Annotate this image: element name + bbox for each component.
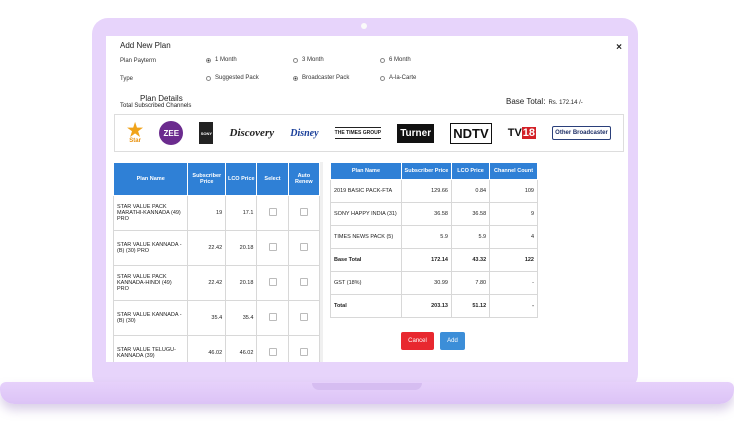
select-checkbox[interactable] <box>268 348 277 356</box>
table-row: STAR VALUE KANNADA -(B) (30) 35.4 35.4 <box>112 300 321 336</box>
subscriber-price-cell: 46.02 <box>187 335 227 362</box>
table-row: STAR VALUE PACK KANNADA-HINDI (49) PRO 2… <box>112 265 321 301</box>
lco-price-cell: 46.02 <box>225 335 258 362</box>
base-total-value: Rs. 172.14 /- <box>548 100 583 106</box>
subscriber-price-cell: 22.42 <box>187 230 227 266</box>
times-group-logo-icon[interactable]: THE TIMES GROUP <box>334 127 382 139</box>
table-row: STAR VALUE PACK MARATHI-KANNADA (49) PRO… <box>112 195 321 231</box>
star-logo-icon[interactable]: ★ Star <box>127 121 143 144</box>
type-label: Type <box>120 76 134 82</box>
select-checkbox[interactable] <box>268 313 277 321</box>
col-plan-name: Plan Name <box>112 162 189 196</box>
add-plan-modal: Add New Plan × Plan Payterm 1 Month 3 Mo… <box>106 36 628 362</box>
payterm-3-month-radio[interactable]: 3 Month <box>293 57 324 63</box>
table-row: 2019 BASIC PACK-FTA 129.66 0.84 109 <box>330 179 538 203</box>
base-total-row: Base Total 172.14 43.32 122 <box>330 248 538 272</box>
plan-payterm-label: Plan Payterm <box>120 58 157 64</box>
plan-name-cell: 2019 BASIC PACK-FTA <box>330 179 402 203</box>
radio-icon <box>380 75 385 81</box>
radio-selected-icon <box>293 75 298 81</box>
radio-icon <box>293 57 298 63</box>
auto-renew-checkbox[interactable] <box>299 243 308 251</box>
plan-name-cell: TIMES NEWS PACK (5) <box>330 225 402 249</box>
plan-name-cell: STAR VALUE TELUGU-KANNADA (39) <box>112 335 189 362</box>
broadcaster-logo-bar: ★ Star ZEE SONY Discovery Disney THE TIME… <box>114 114 624 152</box>
lco-price-cell: 36.58 <box>450 202 491 226</box>
subscriber-price-cell: 36.58 <box>400 202 452 226</box>
subscriber-price-cell: 19 <box>187 195 227 231</box>
lco-price-cell: 0.84 <box>450 179 491 203</box>
plan-name-cell: STAR VALUE KANNADA -(B) (30) <box>112 300 189 336</box>
channel-count-cell: 109 <box>489 179 538 203</box>
col-auto-renew: Auto Renew <box>287 162 321 196</box>
auto-renew-checkbox[interactable] <box>299 208 308 216</box>
table-row: TIMES NEWS PACK (5) 5.9 5.9 4 <box>330 225 538 249</box>
ndtv-logo-icon[interactable]: NDTV <box>450 122 492 144</box>
other-broadcaster-button[interactable]: Other Broadcaster <box>552 126 611 140</box>
radio-selected-icon <box>206 57 211 63</box>
col-plan-name: Plan Name <box>330 162 402 180</box>
zee-logo-icon[interactable]: ZEE <box>159 121 184 145</box>
lco-price-cell: 5.9 <box>450 225 491 249</box>
auto-renew-checkbox[interactable] <box>299 348 308 356</box>
lco-price-cell: 35.4 <box>225 300 258 336</box>
sony-logo-icon[interactable]: SONY <box>199 122 214 144</box>
gst-row: GST (18%) 30.99 7.80 - <box>330 271 538 295</box>
auto-renew-checkbox[interactable] <box>299 313 308 321</box>
subscriber-price-cell: 129.66 <box>400 179 452 203</box>
col-subscriber-price: Subscriber Price <box>187 162 227 196</box>
radio-icon <box>206 75 211 81</box>
plan-name-cell: STAR VALUE KANNADA -(B) (30) PRO <box>112 230 189 266</box>
col-channel-count: Channel Count <box>489 162 538 180</box>
col-subscriber-price: Subscriber Price <box>400 162 452 180</box>
col-lco-price: LCO Price <box>225 162 258 196</box>
add-button[interactable]: Add <box>440 332 465 350</box>
plan-name-cell: SONY HAPPY INDIA (31) <box>330 202 402 226</box>
select-checkbox[interactable] <box>268 243 277 251</box>
modal-title: Add New Plan <box>120 41 171 50</box>
available-plans-table: Plan Name Subscriber Price LCO Price Sel… <box>112 162 321 362</box>
col-lco-price: LCO Price <box>450 162 491 180</box>
discovery-logo-icon[interactable]: Discovery <box>230 127 275 139</box>
lco-price-cell: 20.18 <box>225 230 258 266</box>
payterm-1-month-radio[interactable]: 1 Month <box>206 57 237 63</box>
auto-renew-checkbox[interactable] <box>299 278 308 286</box>
camera-icon <box>361 23 367 29</box>
cancel-button[interactable]: Cancel <box>401 332 434 350</box>
type-suggested-pack-radio[interactable]: Suggested Pack <box>206 75 259 81</box>
plans-scrollbar[interactable] <box>320 162 323 362</box>
plan-details-title: Plan Details <box>140 94 183 103</box>
lco-price-cell: 17.1 <box>225 195 258 231</box>
select-checkbox[interactable] <box>268 278 277 286</box>
subscriber-price-cell: 35.4 <box>187 300 227 336</box>
channel-count-cell: 4 <box>489 225 538 249</box>
selected-plans-table: Plan Name Subscriber Price LCO Price Cha… <box>330 162 538 318</box>
col-select: Select <box>256 162 289 196</box>
turner-logo-icon[interactable]: Turner <box>397 123 435 143</box>
disney-logo-icon[interactable]: Disney <box>290 128 318 139</box>
type-broadcaster-pack-radio[interactable]: Broadcaster Pack <box>293 75 349 81</box>
tv18-logo-icon[interactable]: TV 18 <box>508 127 537 139</box>
lco-price-cell: 20.18 <box>225 265 258 301</box>
table-row: STAR VALUE KANNADA -(B) (30) PRO 22.42 2… <box>112 230 321 266</box>
total-subscribed-label: Total Subscribed Channels <box>120 103 192 109</box>
radio-icon <box>380 57 385 63</box>
laptop-notch <box>312 383 422 390</box>
subscriber-price-cell: 22.42 <box>187 265 227 301</box>
table-row: SONY HAPPY INDIA (31) 36.58 36.58 9 <box>330 202 538 226</box>
select-checkbox[interactable] <box>268 208 277 216</box>
channel-count-cell: 9 <box>489 202 538 226</box>
type-a-la-carte-radio[interactable]: A-la-Carte <box>380 75 416 81</box>
payterm-6-month-radio[interactable]: 6 Month <box>380 57 411 63</box>
total-row: Total 203.13 51.12 - <box>330 294 538 318</box>
plan-name-cell: STAR VALUE PACK MARATHI-KANNADA (49) PRO <box>112 195 189 231</box>
base-total: Base Total: Rs. 172.14 /- <box>506 97 583 106</box>
subscriber-price-cell: 5.9 <box>400 225 452 249</box>
close-icon[interactable]: × <box>616 42 622 53</box>
table-row: STAR VALUE TELUGU-KANNADA (39) 46.02 46.… <box>112 335 321 362</box>
plan-name-cell: STAR VALUE PACK KANNADA-HINDI (49) PRO <box>112 265 189 301</box>
